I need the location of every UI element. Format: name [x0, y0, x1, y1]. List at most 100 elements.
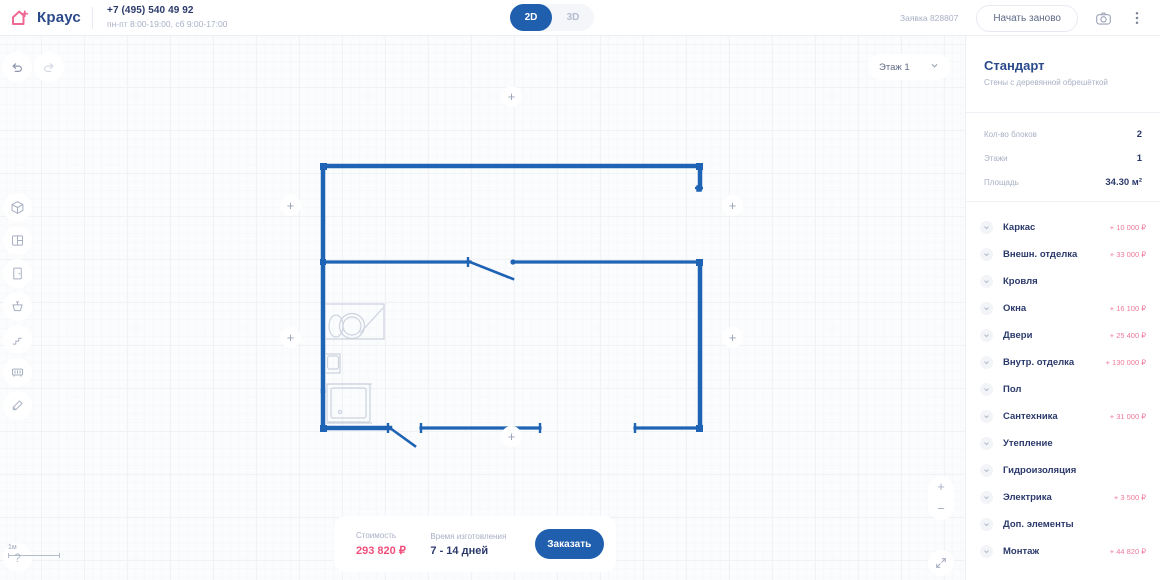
chevron-down-icon — [980, 329, 993, 342]
floor-selector[interactable]: Этаж 1 — [868, 54, 950, 80]
add-block-left-lower-button[interactable]: + — [280, 327, 301, 348]
chevron-down-icon — [980, 248, 993, 261]
lead-time-value: 7 - 14 дней — [430, 544, 489, 557]
add-block-top-button[interactable]: + — [501, 86, 522, 107]
brand-name: Краус — [37, 9, 81, 26]
accordion-section-insulation[interactable]: Утепление — [966, 430, 1160, 457]
chevron-down-icon — [980, 437, 993, 450]
cost-label: Стоимость — [356, 531, 397, 540]
accordion-section-exterior-finish[interactable]: Внешн. отделка + 33 000 ₽ — [966, 241, 1160, 268]
scale-indicator: 1м — [8, 544, 60, 558]
chevron-down-icon — [980, 464, 993, 477]
scale-label: 1м — [8, 544, 17, 551]
add-block-right-upper-button[interactable]: + — [722, 195, 743, 216]
spec-value: 1 — [1136, 153, 1142, 164]
section-accordion-list: Каркас + 10 000 ₽ Внешн. отделка + 33 00… — [966, 202, 1160, 565]
accordion-section-windows[interactable]: Окна + 16 100 ₽ — [966, 295, 1160, 322]
spec-key: Этажи — [984, 154, 1008, 163]
accordion-price: + 16 100 ₽ — [1109, 304, 1146, 313]
accordion-section-interior-finish[interactable]: Внутр. отделка + 130 000 ₽ — [966, 349, 1160, 376]
zoom-controls: + − — [928, 476, 954, 520]
stairs-icon[interactable] — [3, 325, 32, 354]
accordion-section-extras[interactable]: Доп. элементы — [966, 511, 1160, 538]
app-header: Краус +7 (495) 540 49 92 пн-пт 8:00-19:0… — [0, 0, 1160, 36]
add-block-bottom-button[interactable]: + — [501, 426, 522, 447]
accordion-section-installation[interactable]: Монтаж + 44 820 ₽ — [966, 538, 1160, 565]
accordion-label: Монтаж — [1003, 546, 1040, 557]
accordion-label: Кровля — [1003, 276, 1038, 287]
working-hours: пн-пт 8:00-19:00, сб 9:00-17:00 — [107, 18, 228, 29]
accordion-price: + 44 820 ₽ — [1109, 547, 1146, 556]
phone-number[interactable]: +7 (495) 540 49 92 — [107, 5, 227, 18]
floor-selector-value: Этаж 1 — [879, 61, 910, 73]
brand-logo[interactable]: Краус — [0, 8, 88, 28]
add-block-left-upper-button[interactable]: + — [280, 195, 301, 216]
lead-time-block: Время изготовления 7 - 14 дней — [430, 532, 534, 557]
accordion-price: + 10 000 ₽ — [1109, 223, 1146, 232]
redo-arrow-icon[interactable] — [34, 52, 64, 82]
floorplan-canvas[interactable]: ? 1м Этаж 1 + − + + + + + + — [0, 36, 966, 580]
restart-button[interactable]: Начать заново — [976, 4, 1078, 32]
add-block-right-lower-button[interactable]: + — [722, 327, 743, 348]
accordion-section-doors[interactable]: Двери + 25 400 ₽ — [966, 322, 1160, 349]
package-subtitle: Стены с деревянной обрешёткой — [984, 78, 1108, 87]
kebab-menu-icon[interactable] — [1124, 5, 1150, 31]
chevron-down-icon — [980, 275, 993, 288]
accordion-label: Внешн. отделка — [1003, 249, 1078, 260]
spec-value: 2 — [1136, 129, 1142, 140]
accordion-label: Двери — [1003, 330, 1033, 341]
chevron-down-icon — [980, 383, 993, 396]
tool-rail — [3, 193, 32, 420]
header-right-actions: Заявка 828807 Начать заново — [900, 0, 1160, 36]
cost-value: 293 820 ₽ — [356, 545, 406, 557]
undo-arrow-icon[interactable] — [2, 52, 32, 82]
chevron-down-icon — [980, 545, 993, 558]
zoom-out-button[interactable]: − — [937, 502, 945, 515]
spec-value: 34.30 м² — [1105, 177, 1142, 188]
history-controls — [2, 52, 64, 82]
accordion-section-electrics[interactable]: Электрика + 3 500 ₽ — [966, 484, 1160, 511]
order-id-label: Заявка 828807 — [899, 13, 959, 23]
chevron-down-icon — [980, 302, 993, 315]
spec-key: Площадь — [984, 178, 1019, 187]
view-mode-toggle[interactable]: 2D 3D — [510, 4, 594, 31]
accordion-label: Внутр. отделка — [1003, 357, 1075, 368]
package-title: Стандарт — [984, 58, 1045, 73]
view-mode-3d[interactable]: 3D — [552, 4, 594, 31]
paint-roller-icon[interactable] — [3, 391, 32, 420]
accordion-label: Гидроизоляция — [1003, 465, 1077, 476]
camera-icon[interactable] — [1090, 5, 1116, 31]
config-sidebar: Стандарт Стены с деревянной обрешёткой К… — [966, 36, 1160, 580]
fit-to-screen-button[interactable] — [928, 550, 954, 576]
radiator-icon[interactable] — [3, 358, 32, 387]
chevron-down-icon — [930, 61, 939, 73]
zoom-in-button[interactable]: + — [937, 480, 945, 493]
accordion-price: + 31 000 ₽ — [1109, 412, 1146, 421]
accordion-section-roof[interactable]: Кровля — [966, 268, 1160, 295]
accordion-section-floor[interactable]: Пол — [966, 376, 1160, 403]
accordion-section-karkas[interactable]: Каркас + 10 000 ₽ — [966, 214, 1160, 241]
door-icon[interactable] — [3, 259, 32, 288]
chevron-down-icon — [980, 221, 993, 234]
chevron-down-icon — [980, 491, 993, 504]
house-plus-icon — [10, 8, 30, 28]
sink-icon[interactable] — [3, 292, 32, 321]
accordion-price: + 130 000 ₽ — [1105, 358, 1146, 367]
accordion-label: Окна — [1003, 303, 1027, 314]
spec-row: Площадь 34.30 м² — [984, 177, 1142, 188]
accordion-label: Пол — [1003, 384, 1022, 395]
view-mode-2d[interactable]: 2D — [510, 4, 552, 31]
price-summary-card: Стоимость 293 820 ₽ Время изготовления 7… — [334, 516, 616, 572]
accordion-section-waterproofing[interactable]: Гидроизоляция — [966, 457, 1160, 484]
cube-icon[interactable] — [3, 193, 32, 222]
spec-list: Кол-во блоков 2 Этажи 1 Площадь 34.30 м² — [966, 113, 1160, 188]
chevron-down-icon — [980, 356, 993, 369]
order-button[interactable]: Заказать — [534, 529, 604, 559]
accordion-label: Электрика — [1003, 492, 1052, 503]
accordion-label: Сантехника — [1003, 411, 1058, 422]
chevron-down-icon — [980, 410, 993, 423]
accordion-label: Утепление — [1003, 438, 1053, 449]
window-icon[interactable] — [3, 226, 32, 255]
accordion-label: Доп. элементы — [1003, 519, 1074, 530]
accordion-section-plumbing[interactable]: Сантехника + 31 000 ₽ — [966, 403, 1160, 430]
